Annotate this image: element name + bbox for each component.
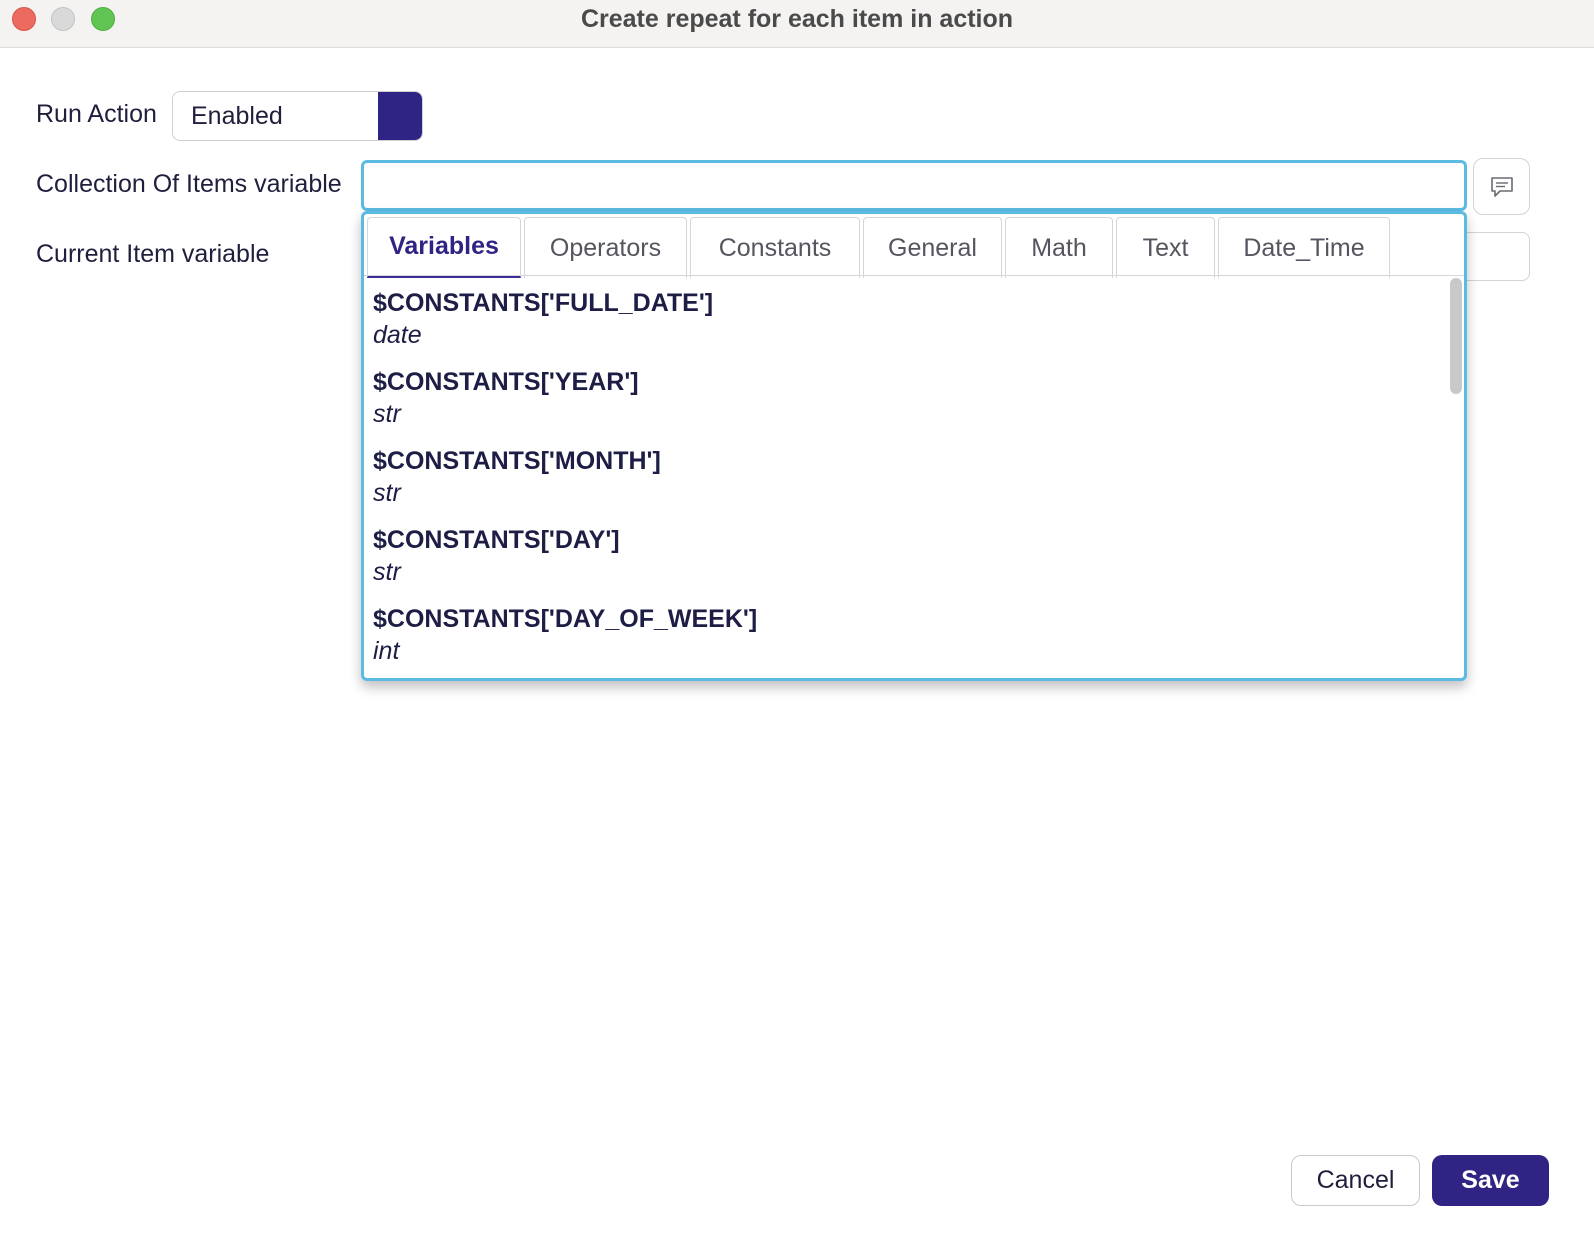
- variable-list: $CONSTANTS['FULL_DATE'] date $CONSTANTS[…: [373, 284, 1433, 678]
- tab-math[interactable]: Math: [1005, 217, 1113, 278]
- list-item[interactable]: $CONSTANTS['MONTH'] str: [373, 442, 1433, 521]
- collection-variable-input[interactable]: [361, 160, 1467, 211]
- variable-name: $CONSTANTS['MONTH']: [373, 447, 661, 475]
- variable-type: str: [373, 558, 401, 586]
- variable-name: $CONSTANTS['DAY']: [373, 526, 620, 554]
- variable-type: str: [373, 479, 401, 507]
- variable-type: int: [373, 637, 400, 665]
- list-item[interactable]: $CONSTANTS['DAY'] str: [373, 521, 1433, 600]
- scrollbar-thumb[interactable]: [1450, 278, 1462, 394]
- run-action-toggle-handle[interactable]: [378, 92, 422, 140]
- tab-text[interactable]: Text: [1116, 217, 1215, 278]
- list-scrollbar[interactable]: [1450, 278, 1462, 678]
- cancel-button[interactable]: Cancel: [1291, 1155, 1420, 1206]
- current-item-label: Current Item variable: [36, 240, 270, 268]
- list-item[interactable]: $CONSTANTS['YEAR'] str: [373, 363, 1433, 442]
- tab-operators[interactable]: Operators: [524, 217, 687, 278]
- save-button[interactable]: Save: [1432, 1155, 1549, 1206]
- list-item[interactable]: $CONSTANTS['DAY_OF_WEEK'] int: [373, 600, 1433, 678]
- variable-name: $CONSTANTS['DAY_OF_WEEK']: [373, 605, 758, 633]
- tab-general[interactable]: General: [863, 217, 1002, 278]
- collection-label: Collection Of Items variable: [36, 170, 342, 198]
- variable-name: $CONSTANTS['FULL_DATE']: [373, 289, 714, 317]
- window-title: Create repeat for each item in action: [580, 5, 1014, 33]
- tab-variables[interactable]: Variables: [367, 217, 521, 278]
- tab-divider: [364, 275, 1464, 276]
- run-action-label: Run Action: [36, 100, 157, 128]
- tab-constants[interactable]: Constants: [690, 217, 860, 278]
- variable-name: $CONSTANTS['YEAR']: [373, 368, 639, 396]
- tab-date-time[interactable]: Date_Time: [1218, 217, 1390, 278]
- variable-type: str: [373, 400, 401, 428]
- variable-type: date: [373, 321, 422, 349]
- comment-icon: [1490, 176, 1513, 197]
- picker-tabs: Variables Operators Constants General Ma…: [367, 217, 1393, 278]
- run-action-value: Enabled: [191, 102, 283, 130]
- run-action-select[interactable]: Enabled: [172, 91, 423, 141]
- comment-button[interactable]: [1473, 158, 1530, 215]
- list-item[interactable]: $CONSTANTS['FULL_DATE'] date: [373, 284, 1433, 363]
- title-bar: Create repeat for each item in action: [0, 0, 1594, 48]
- variable-picker-popup: Variables Operators Constants General Ma…: [361, 211, 1467, 681]
